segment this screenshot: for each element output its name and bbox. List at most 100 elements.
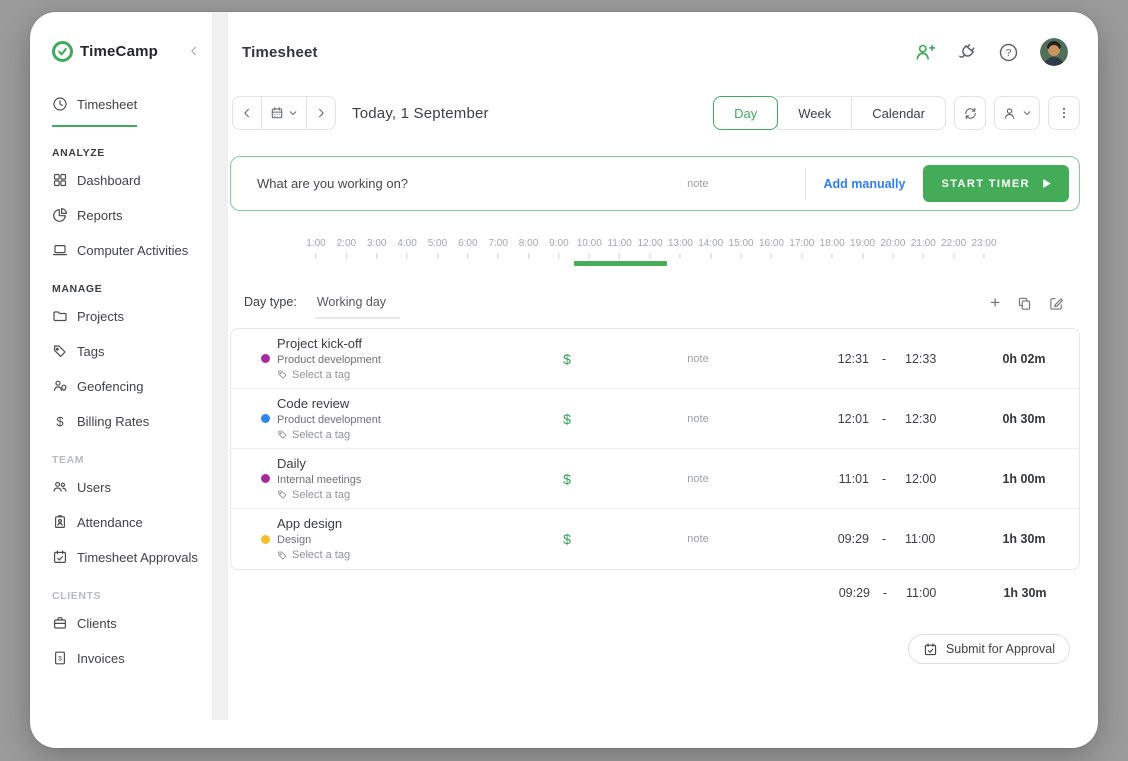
integrations-button[interactable] [957,42,977,62]
entry-project[interactable]: Design [277,533,537,547]
day-type-select[interactable]: Working day [315,293,400,319]
entry-project[interactable]: Product development [277,413,537,427]
tag-icon [277,429,288,440]
billable-toggle[interactable]: $ [537,351,597,367]
hour-tick [467,253,468,259]
entry-name[interactable]: Code review [277,396,537,412]
entry-project[interactable]: Internal meetings [277,473,537,487]
invite-user-button[interactable] [914,41,936,63]
tag-selector[interactable]: Select a tag [277,548,537,562]
tag-selector[interactable]: Select a tag [277,368,537,382]
sidebar-item-clients[interactable]: Clients [52,610,202,636]
sidebar-item-users[interactable]: Users [52,474,202,500]
next-day-button[interactable] [306,96,336,130]
section-header-team: TEAM [52,454,202,466]
user-filter-button[interactable] [994,96,1040,130]
tag-selector-label: Select a tag [292,548,350,562]
project-color-dot[interactable] [261,354,270,363]
hour-tick [650,253,651,259]
start-timer-button[interactable]: START TIMER [923,165,1069,202]
entry-note-field[interactable]: note [597,353,799,365]
time-entry-row[interactable]: Project kick-off Product development Sel… [231,329,1079,389]
user-avatar[interactable] [1040,38,1068,66]
tab-week[interactable]: Week [777,96,852,130]
timeline-hour: 15:00 [729,238,754,259]
entry-name[interactable]: App design [277,516,537,532]
hour-label: 10:00 [577,238,602,250]
sidebar-item-geofencing[interactable]: Geofencing [52,373,202,399]
project-color-dot[interactable] [261,414,270,423]
add-manually-button[interactable]: Add manually [824,177,906,191]
sidebar-item-computer-activities[interactable]: Computer Activities [52,237,202,263]
sidebar-item-timesheet[interactable]: Timesheet [52,91,137,127]
billable-toggle[interactable]: $ [537,411,597,427]
summary-time-separator: - [870,586,900,600]
entry-info: Daily Internal meetings Select a tag [277,456,537,502]
entry-project[interactable]: Product development [277,353,537,367]
note-field[interactable]: note [687,178,708,190]
tag-selector-label: Select a tag [292,488,350,502]
sidebar-collapse-icon[interactable] [188,45,202,57]
tag-selector[interactable]: Select a tag [277,428,537,442]
sidebar-item-reports[interactable]: Reports [52,202,202,228]
billable-toggle[interactable]: $ [537,471,597,487]
users-icon [52,479,68,495]
sidebar-item-projects[interactable]: Projects [52,303,202,329]
time-entry-row[interactable]: App design Design Select a tag $ note 09… [231,509,1079,569]
sync-button[interactable] [954,96,986,130]
help-button[interactable]: ? [998,42,1019,63]
more-options-button[interactable] [1048,96,1080,130]
entry-start-time[interactable]: 11:01 [799,472,869,486]
date-picker-button[interactable] [261,96,307,130]
project-color-dot[interactable] [261,474,270,483]
entry-duration[interactable]: 0h 02m [969,352,1079,366]
clock-icon [52,96,68,112]
entry-duration[interactable]: 1h 00m [969,472,1079,486]
sidebar-item-timesheet-approvals[interactable]: Timesheet Approvals [52,544,202,570]
timeline-hour: 22:00 [941,238,966,259]
sidebar-item-invoices[interactable]: $ Invoices [52,645,202,671]
timeline: 1:00 2:00 3:00 4:00 [316,238,984,270]
tag-selector-label: Select a tag [292,428,350,442]
entry-end-time[interactable]: 11:00 [899,532,969,546]
time-entry-row[interactable]: Daily Internal meetings Select a tag $ n… [231,449,1079,509]
entry-start-time[interactable]: 09:29 [799,532,869,546]
entry-end-time[interactable]: 12:33 [899,352,969,366]
copy-entries-button[interactable] [1017,296,1032,311]
entry-end-time[interactable]: 12:00 [899,472,969,486]
entry-name[interactable]: Daily [277,456,537,472]
timeline-hour: 4:00 [397,238,416,259]
entry-note-field[interactable]: note [597,413,799,425]
entry-duration[interactable]: 1h 30m [969,532,1079,546]
project-color-dot[interactable] [261,535,270,544]
hour-tick [376,253,377,259]
entry-note-field[interactable]: note [597,473,799,485]
add-entry-button[interactable]: + [990,295,1000,311]
sidebar-item-tags[interactable]: Tags [52,338,202,364]
prev-day-button[interactable] [232,96,262,130]
tag-selector[interactable]: Select a tag [277,488,537,502]
timeline-hour: 3:00 [367,238,386,259]
sidebar-item-billing-rates[interactable]: $ Billing Rates [52,408,202,434]
start-timer-label: START TIMER [941,178,1030,190]
tab-calendar[interactable]: Calendar [851,96,946,130]
hour-label: 11:00 [607,238,631,250]
hour-label: 12:00 [637,238,662,250]
time-entry-row[interactable]: Code review Product development Select a… [231,389,1079,449]
tab-day[interactable]: Day [713,96,778,130]
hour-label: 2:00 [337,238,356,250]
entry-note-field[interactable]: note [597,533,799,545]
task-input[interactable] [257,176,687,191]
sidebar-item-attendance[interactable]: Attendance [52,509,202,535]
submit-for-approval-button[interactable]: Submit for Approval [908,634,1070,664]
entry-duration[interactable]: 0h 30m [969,412,1079,426]
billable-toggle[interactable]: $ [537,531,597,547]
entry-end-time[interactable]: 12:30 [899,412,969,426]
entry-name[interactable]: Project kick-off [277,336,537,352]
sidebar-item-label: Invoices [77,651,125,666]
entry-start-time[interactable]: 12:01 [799,412,869,426]
sidebar-item-dashboard[interactable]: Dashboard [52,167,202,193]
edit-icon [1049,296,1064,311]
entry-start-time[interactable]: 12:31 [799,352,869,366]
bulk-edit-button[interactable] [1049,296,1064,311]
